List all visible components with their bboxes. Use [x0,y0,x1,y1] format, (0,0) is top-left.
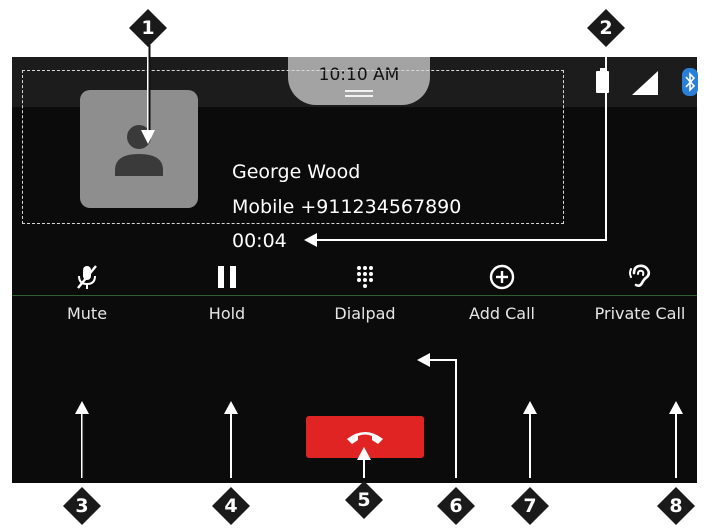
callout-number: 8 [669,495,683,517]
callout-arrowhead-7 [523,401,537,414]
callout-arrowhead-6 [417,353,430,367]
callout-5: 5 [344,480,384,520]
callout-line-6 [428,359,457,478]
callout-7: 7 [510,486,550,526]
annotation-layer [75,45,683,478]
callout-number: 1 [141,17,155,39]
callout-arrowhead-3 [75,401,89,414]
callout-line-2 [315,45,607,241]
callout-1: 1 [128,8,168,48]
callout-2: 2 [586,8,626,48]
callout-arrowhead-5 [357,447,371,460]
callout-number: 2 [599,17,613,39]
callout-number: 3 [75,495,89,517]
callout-arrowhead-8 [669,401,683,414]
callout-4: 4 [211,486,251,526]
callout-number: 4 [224,495,238,517]
callout-8: 8 [656,486,696,526]
callout-arrowhead-2 [304,233,317,247]
callout-6: 6 [436,486,476,526]
callout-number: 6 [449,495,463,517]
callout-number: 5 [357,489,371,511]
callout-arrowhead-1 [141,130,155,144]
callout-3: 3 [62,486,102,526]
callout-number: 7 [523,495,537,517]
callout-arrowhead-4 [224,401,238,414]
